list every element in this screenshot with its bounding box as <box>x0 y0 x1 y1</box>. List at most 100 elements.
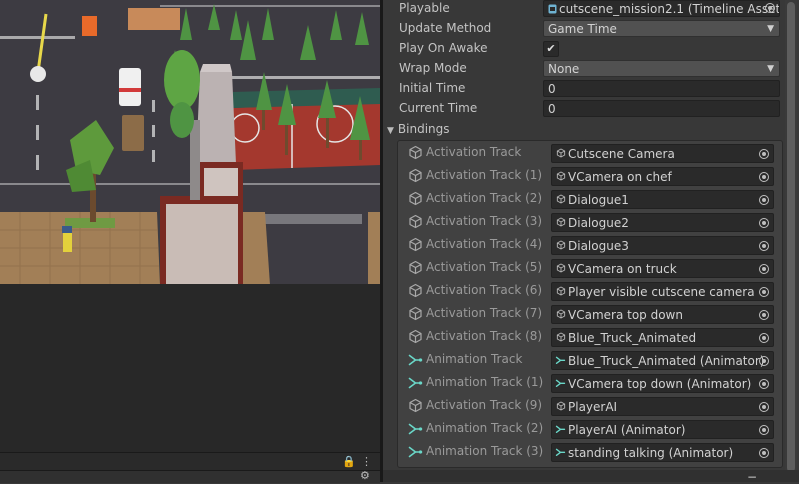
initial-time-field[interactable]: 0 <box>543 80 780 97</box>
binding-object-value: PlayerAI (Animator) <box>568 423 686 437</box>
binding-track-label: Activation Track (6) <box>426 283 543 297</box>
gameobject-icon <box>555 193 566 208</box>
lock-icon[interactable]: 🔒 <box>342 455 356 468</box>
dropdown-arrow-icon: ▼ <box>767 24 774 34</box>
binding-object-value: PlayerAI <box>568 400 618 414</box>
binding-object-field[interactable]: Blue_Truck_Animated <box>551 328 774 347</box>
activation-track-icon <box>408 191 426 206</box>
binding-object-field[interactable]: PlayerAI (Animator) <box>551 420 774 439</box>
binding-track-label: Animation Track (2) <box>426 421 544 435</box>
binding-object-field[interactable]: Dialogue1 <box>551 190 774 209</box>
object-picker-icon[interactable] <box>759 402 769 412</box>
bindings-foldout[interactable]: ▼ Bindings <box>387 119 450 139</box>
binding-object-field[interactable]: standing talking (Animator) <box>551 443 774 462</box>
initial-time-label: Initial Time <box>399 81 466 95</box>
scene-view[interactable] <box>0 0 380 284</box>
binding-row: Animation Track (1) VCamera top down (Ani… <box>398 371 782 394</box>
animator-icon <box>555 377 566 392</box>
object-picker-icon[interactable] <box>765 3 775 13</box>
binding-track-label: Activation Track (1) <box>426 168 543 182</box>
object-picker-icon[interactable] <box>759 356 769 366</box>
playable-value: cutscene_mission2.1 (Timeline Asset) <box>559 2 780 16</box>
inspector-scrollbar[interactable] <box>785 0 797 482</box>
binding-track-label: Animation Track (1) <box>426 375 544 389</box>
wrap-mode-dropdown[interactable]: None ▼ <box>543 60 780 77</box>
binding-track[interactable]: Activation Track (2) <box>408 187 542 210</box>
binding-track[interactable]: Activation Track (7) <box>408 302 542 325</box>
binding-object-field[interactable]: VCamera on chef <box>551 167 774 186</box>
binding-row: Activation Track Cutscene Camera <box>398 141 782 164</box>
object-picker-icon[interactable] <box>759 195 769 205</box>
binding-object-field[interactable]: VCamera top down (Animator) <box>551 374 774 393</box>
playable-field[interactable]: cutscene_mission2.1 (Timeline Asset) <box>543 0 780 17</box>
binding-track-label: Activation Track (5) <box>426 260 543 274</box>
binding-track[interactable]: Activation Track <box>408 141 521 164</box>
binding-object-field[interactable]: Cutscene Camera <box>551 144 774 163</box>
object-picker-icon[interactable] <box>759 149 769 159</box>
bindings-label: Bindings <box>397 122 450 136</box>
binding-object-field[interactable]: VCamera top down <box>551 305 774 324</box>
object-picker-icon[interactable] <box>759 425 769 435</box>
binding-track[interactable]: Animation Track (1) <box>408 371 543 394</box>
activation-track-icon <box>408 168 426 183</box>
object-picker-icon[interactable] <box>759 379 769 389</box>
object-picker-icon[interactable] <box>759 333 769 343</box>
binding-object-field[interactable]: Dialogue2 <box>551 213 774 232</box>
binding-object-value: standing talking (Animator) <box>568 446 734 460</box>
binding-track[interactable]: Activation Track (6) <box>408 279 542 302</box>
animator-icon <box>555 446 566 461</box>
binding-row: Activation Track (6) Player visible cutsc… <box>398 279 782 302</box>
binding-row: Animation Track (2) PlayerAI (Animator) <box>398 417 782 440</box>
binding-row: Activation Track (1) VCamera on chef <box>398 164 782 187</box>
binding-row: Activation Track (5) VCamera on truck <box>398 256 782 279</box>
bindings-list: Activation Track Cutscene Camera Activatio… <box>397 140 783 468</box>
activation-track-icon <box>408 145 426 160</box>
current-time-field[interactable]: 0 <box>543 100 780 117</box>
binding-object-field[interactable]: Dialogue3 <box>551 236 774 255</box>
binding-track[interactable]: Activation Track (4) <box>408 233 542 256</box>
binding-object-value: Dialogue3 <box>568 239 629 253</box>
gameobject-icon <box>555 147 566 162</box>
binding-object-value: VCamera on chef <box>568 170 672 184</box>
binding-track[interactable]: Animation Track <box>408 348 522 371</box>
lower-left-status: ⚙ <box>0 469 380 483</box>
object-picker-icon[interactable] <box>759 218 769 228</box>
object-picker-icon[interactable] <box>759 310 769 320</box>
binding-track[interactable]: Activation Track (3) <box>408 210 542 233</box>
menu-icon[interactable]: ⋮ <box>361 455 372 468</box>
binding-track[interactable]: Activation Track (5) <box>408 256 542 279</box>
playable-label: Playable <box>399 1 450 15</box>
binding-track[interactable]: Activation Track (1) <box>408 164 542 187</box>
binding-track[interactable]: Animation Track (2) <box>408 417 543 440</box>
play-on-awake-checkbox[interactable]: ✔ <box>543 41 559 57</box>
gameobject-icon <box>555 170 566 185</box>
binding-row: Activation Track (3) Dialogue2 <box>398 210 782 233</box>
binding-row: Activation Track (7) VCamera top down <box>398 302 782 325</box>
animator-icon <box>555 423 566 438</box>
binding-track[interactable]: Activation Track (8) <box>408 325 542 348</box>
activation-track-icon <box>408 214 426 229</box>
binding-object-value: Dialogue2 <box>568 216 629 230</box>
gear-icon[interactable]: ⚙ <box>360 469 370 482</box>
object-picker-icon[interactable] <box>759 172 769 182</box>
update-method-label: Update Method <box>399 21 492 35</box>
scrollbar-thumb[interactable] <box>787 2 795 472</box>
object-picker-icon[interactable] <box>759 264 769 274</box>
gameobject-icon <box>555 262 566 277</box>
binding-track[interactable]: Activation Track (9) <box>408 394 542 417</box>
timeline-asset-icon <box>548 2 557 14</box>
binding-object-field[interactable]: VCamera on truck <box>551 259 774 278</box>
binding-track-label: Activation Track (3) <box>426 214 543 228</box>
binding-track[interactable]: Animation Track (3) <box>408 440 543 463</box>
scene-render <box>0 0 380 284</box>
gameobject-icon <box>555 216 566 231</box>
binding-object-field[interactable]: Blue_Truck_Animated (Animator) <box>551 351 774 370</box>
binding-object-field[interactable]: PlayerAI <box>551 397 774 416</box>
object-picker-icon[interactable] <box>759 448 769 458</box>
binding-object-field[interactable]: Player visible cutscene camera <box>551 282 774 301</box>
binding-row: Activation Track (9) PlayerAI <box>398 394 782 417</box>
object-picker-icon[interactable] <box>759 287 769 297</box>
object-picker-icon[interactable] <box>759 241 769 251</box>
binding-track-label: Activation Track (8) <box>426 329 543 343</box>
update-method-dropdown[interactable]: Game Time ▼ <box>543 20 780 37</box>
